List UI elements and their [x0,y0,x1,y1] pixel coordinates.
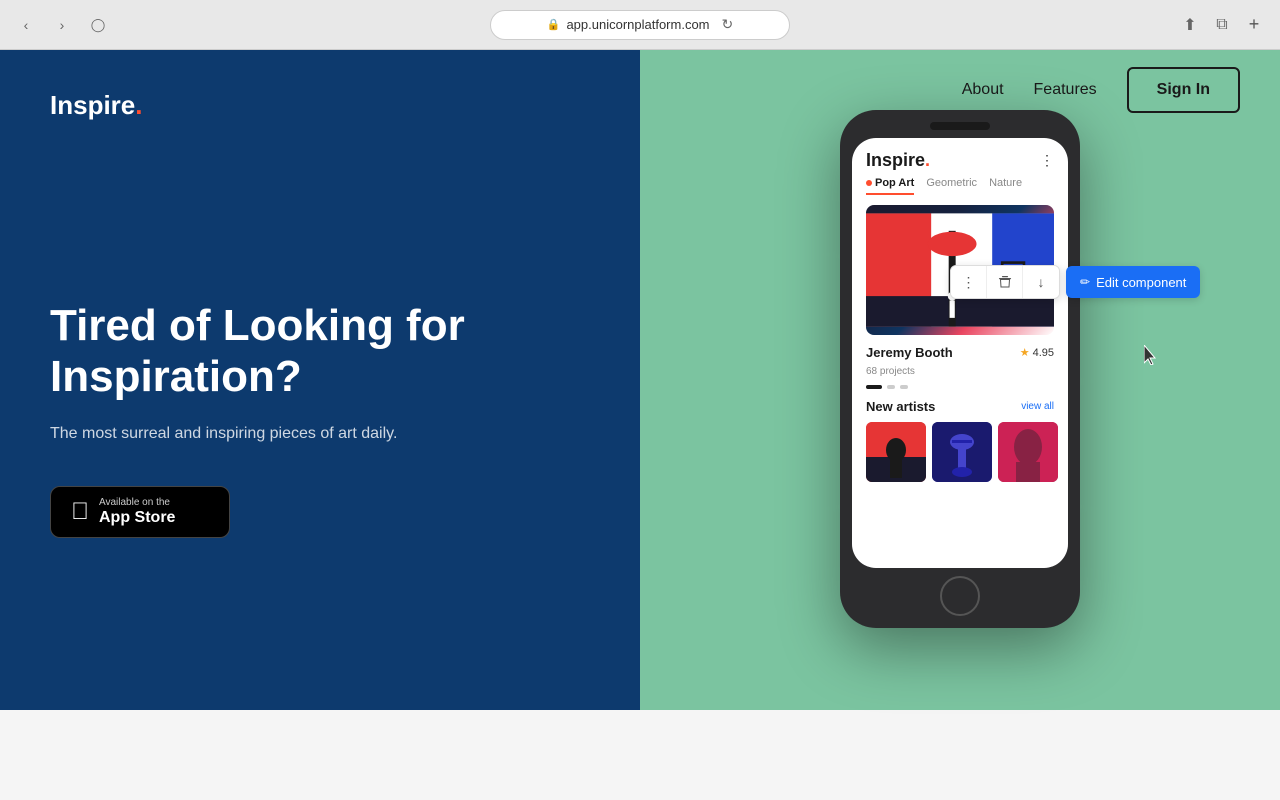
app-store-name-text: App Store [99,509,175,527]
hero-heading: Tired of Looking for Inspiration? [50,301,590,402]
add-tab-button[interactable]: + [1240,11,1268,39]
logo: Inspire. [50,90,590,121]
tab-geometric[interactable]: Geometric [926,177,977,195]
logo-text: Inspire [50,90,135,120]
screen-header: Inspire. ⋮ [852,138,1068,177]
app-store-button[interactable]:  Available on the App Store [50,486,230,538]
artist-projects: 68 projects [852,366,1068,385]
dots-row [852,385,1068,399]
hero-text-area: Tired of Looking for Inspiration? The mo… [50,301,590,538]
refresh-icon[interactable]: ↻ [722,16,734,33]
screen-tabs: Pop Art Geometric Nature [852,177,1068,195]
section-title: New artists [866,399,935,414]
star-icon: ★ [1020,346,1030,359]
move-down-button[interactable]: ↓ [1023,266,1059,298]
phone-speaker [930,122,990,130]
tab-view-button[interactable]: ◯ [84,11,112,39]
delete-button[interactable] [987,266,1023,298]
phone-mockup: Inspire. ⋮ Pop Art Geometric Nature [840,110,1080,628]
hero-left-panel: Inspire. Tired of Looking for Inspiratio… [0,50,640,710]
screen-logo: Inspire. [866,150,930,171]
bottom-strip [0,710,1280,800]
hero-subtext: The most surreal and inspiring pieces of… [50,422,590,446]
dot-1 [887,385,895,389]
app-store-text: Available on the App Store [99,497,175,527]
more-options-button[interactable]: ⋮ [951,266,987,298]
sign-in-button[interactable]: Sign In [1127,67,1240,113]
pencil-icon: ✏ [1080,275,1090,289]
phone-outer-frame: Inspire. ⋮ Pop Art Geometric Nature [840,110,1080,628]
phone-screen: Inspire. ⋮ Pop Art Geometric Nature [852,138,1068,568]
back-button[interactable]: ‹ [12,11,40,39]
browser-chrome: ‹ › ◯ 🔒 app.unicornplatform.com ↻ ⬆ ⧉ + [0,0,1280,50]
artist-thumb-3 [998,422,1058,482]
edit-component-button[interactable]: ✏ Edit component [1066,266,1200,298]
screen-menu-icon: ⋮ [1040,152,1054,169]
forward-button[interactable]: › [48,11,76,39]
hero-right-panel: About Features Sign In Inspire. ⋮ [640,50,1280,710]
hero-section: Inspire. Tired of Looking for Inspiratio… [0,50,1280,710]
dot-active [866,385,882,389]
artist-name: Jeremy Booth [866,345,953,360]
artist-thumb-2 [932,422,992,482]
view-all-link[interactable]: view all [1021,401,1054,412]
lock-icon: 🔒 [547,18,561,31]
nav-features[interactable]: Features [1034,81,1097,99]
browser-actions: ⬆ ⧉ + [1176,11,1268,39]
phone-home-button [940,576,980,616]
nav-about[interactable]: About [962,81,1004,99]
url-bar[interactable]: 🔒 app.unicornplatform.com ↻ [490,10,790,40]
toolbar-group: ⋮ ↓ [950,265,1060,299]
toolbar-overlay: ⋮ ↓ ✏ Edit component [950,265,1200,299]
tab-nature[interactable]: Nature [989,177,1022,195]
share-button[interactable]: ⬆ [1176,11,1204,39]
page-container: Inspire. Tired of Looking for Inspiratio… [0,50,1280,800]
app-store-available-text: Available on the [99,497,175,509]
logo-dot: . [135,90,142,120]
screen-artist-row: Jeremy Booth ★ 4.95 [852,345,1068,366]
url-text: app.unicornplatform.com [566,17,709,32]
apple-icon:  [71,498,89,526]
dot-2 [900,385,908,389]
edit-component-label: Edit component [1096,275,1186,290]
artist-thumb-1 [866,422,926,482]
tab-pop-art[interactable]: Pop Art [866,177,914,195]
artist-rating: ★ 4.95 [1020,346,1054,359]
cursor [1144,345,1160,365]
minimize-button[interactable]: ⧉ [1208,11,1236,39]
screen-new-artists [852,422,1068,482]
screen-section-header: New artists view all [852,399,1068,422]
